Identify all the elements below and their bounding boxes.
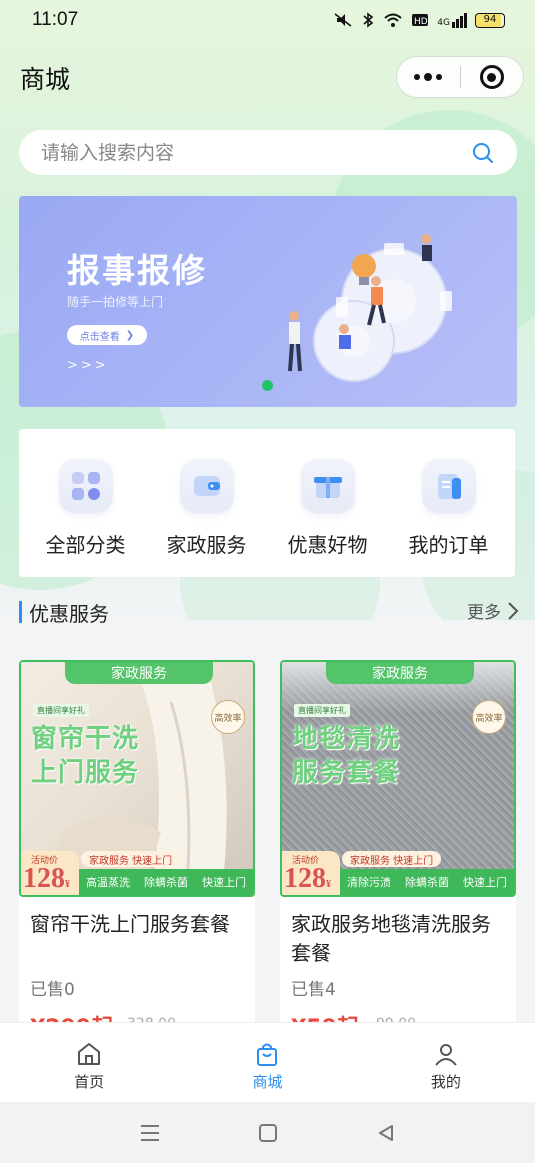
tab-label: 首页 <box>74 1073 105 1091</box>
live-tag: 直播间享好礼 <box>33 704 89 717</box>
bottom-tab-bar: 首页 商城 我的 <box>0 1022 535 1102</box>
signal-icon: 4G <box>437 12 467 28</box>
product-headline: 窗帘干洗 上门服务 <box>31 724 140 788</box>
section-header: 优惠服务 更多 <box>19 598 519 628</box>
wallet-icon <box>179 459 234 513</box>
more-link[interactable]: 更多 <box>467 598 519 623</box>
hd-icon: HD <box>412 14 429 27</box>
tab-label: 我的 <box>430 1073 461 1091</box>
image-subtags: 家政服务 快速上门 <box>81 851 181 867</box>
product-card[interactable]: 家政服务 直播间享好礼 窗帘干洗 上门服务 高效率 活动价 128¥ 家政服务 … <box>19 660 255 1040</box>
sold-count: 已售4 <box>291 980 336 1000</box>
section-title: 优惠服务 <box>29 602 109 626</box>
tab-mall[interactable]: 商城 <box>178 1023 356 1102</box>
close-button[interactable] <box>461 57 524 97</box>
category-label: 家政服务 <box>166 533 247 557</box>
product-headline: 地毯清洗 服务套餐 <box>292 724 401 788</box>
banner-title: 报事报修 <box>67 251 207 290</box>
live-tag: 直播间享好礼 <box>294 704 350 717</box>
product-category-tag: 家政服务 <box>326 662 474 684</box>
product-card[interactable]: 家政服务 直播间享好礼 地毯清洗 服务套餐 高效率 活动价 128¥ 家政服务 … <box>280 660 516 1040</box>
category-label: 优惠好物 <box>287 533 368 557</box>
efficiency-badge: 高效率 <box>211 700 245 734</box>
category-grid: 全部分类 家政服务 优惠好物 我的订单 <box>19 429 515 577</box>
wifi-icon <box>384 13 402 27</box>
more-options-button[interactable] <box>397 57 460 97</box>
chevron-right-icon <box>508 601 519 620</box>
category-orders[interactable]: 我的订单 <box>390 429 508 577</box>
category-label: 我的订单 <box>408 533 489 557</box>
feature-strip: 高温蒸洗 除螨杀菌 快速上门 <box>79 869 253 895</box>
banner-subtitle: 随手一拍修等上门 <box>67 295 164 309</box>
status-time: 11:07 <box>32 9 79 30</box>
system-navigation-bar <box>0 1102 535 1163</box>
carousel-indicator[interactable] <box>262 380 273 391</box>
shopping-bag-icon <box>257 1043 278 1066</box>
home-square-icon[interactable] <box>258 1123 278 1143</box>
target-icon <box>479 65 504 89</box>
title-bar: 商城 <box>0 50 535 106</box>
product-image[interactable]: 家政服务 直播间享好礼 地毯清洗 服务套餐 高效率 活动价 128¥ 家政服务 … <box>280 660 516 897</box>
image-price-strip: 活动价 128¥ 家政服务 快速上门 高温蒸洗 除螨杀菌 快速上门 <box>21 849 253 895</box>
search-input[interactable] <box>41 141 471 164</box>
image-price: 128¥ <box>23 863 70 894</box>
search-icon[interactable] <box>471 141 495 165</box>
home-icon <box>78 1043 101 1065</box>
search-bar[interactable] <box>19 130 517 175</box>
section-accent-bar <box>19 601 22 623</box>
promo-banner[interactable]: 报事报修 随手一拍修等上门 点击查看 ❯ >>> <box>19 196 517 407</box>
banner-view-button[interactable]: 点击查看 ❯ <box>67 325 147 345</box>
back-triangle-icon[interactable] <box>376 1123 396 1143</box>
status-bar: 11:07 HD 4G 94 <box>0 0 535 40</box>
image-subtags: 家政服务 快速上门 <box>342 851 442 867</box>
product-category-tag: 家政服务 <box>65 662 213 684</box>
chevron-right-icon: ❯ <box>125 329 135 341</box>
tab-home[interactable]: 首页 <box>0 1023 178 1102</box>
mini-program-capsule <box>396 56 524 98</box>
product-image[interactable]: 家政服务 直播间享好礼 窗帘干洗 上门服务 高效率 活动价 128¥ 家政服务 … <box>19 660 255 897</box>
tab-label: 商城 <box>252 1073 283 1091</box>
sold-count: 已售0 <box>30 980 75 1000</box>
svg-text:HD: HD <box>414 17 428 27</box>
menu-icon[interactable] <box>139 1123 161 1143</box>
banner-arrows: >>> <box>67 358 109 373</box>
user-icon <box>435 1044 457 1066</box>
feature-strip: 清除污渍 除螨杀菌 快速上门 <box>340 869 514 895</box>
order-icon <box>421 459 476 513</box>
grid-icon <box>58 459 113 513</box>
mute-icon <box>334 13 352 27</box>
gears-illustration <box>288 234 452 382</box>
product-name: 窗帘干洗上门服务套餐 <box>30 912 230 936</box>
image-price: 128¥ <box>284 863 331 894</box>
category-all[interactable]: 全部分类 <box>27 429 145 577</box>
battery-icon: 94 <box>475 12 505 28</box>
product-name: 家政服务地毯清洗服务套餐 <box>291 912 491 965</box>
category-label: 全部分类 <box>45 533 126 557</box>
page-title: 商城 <box>20 65 71 94</box>
category-deals[interactable]: 优惠好物 <box>269 429 387 577</box>
status-icons: HD 4G 94 <box>333 12 505 28</box>
gift-icon <box>300 459 355 513</box>
image-price-strip: 活动价 128¥ 家政服务 快速上门 清除污渍 除螨杀菌 快速上门 <box>282 849 514 895</box>
tab-mine[interactable]: 我的 <box>357 1023 535 1102</box>
bluetooth-icon <box>363 12 374 28</box>
efficiency-badge: 高效率 <box>472 700 506 734</box>
category-housekeeping[interactable]: 家政服务 <box>148 429 266 577</box>
